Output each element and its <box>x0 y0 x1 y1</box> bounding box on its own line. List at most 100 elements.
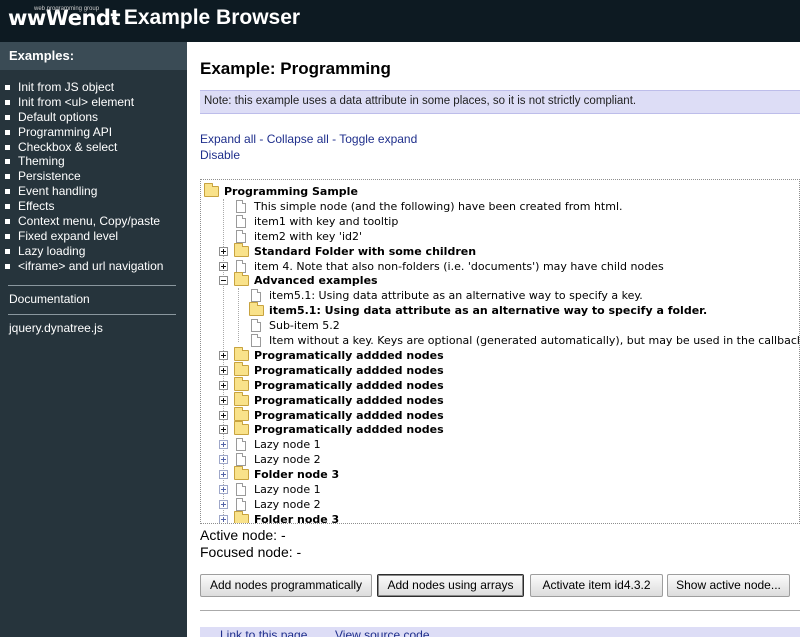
collapse-all-link[interactable]: Collapse all <box>267 132 329 146</box>
tree-node-title[interactable]: Programatically addded nodes <box>254 378 444 393</box>
bullet-icon <box>5 189 10 195</box>
tree-node-title[interactable]: Item without a key. Keys are optional (g… <box>269 333 799 348</box>
add-nodes-programmatically-button[interactable]: Add nodes programmatically <box>200 574 372 597</box>
sidebar-item-label: Context menu, Copy/paste <box>18 214 161 229</box>
bullet-icon <box>5 85 10 90</box>
document-icon <box>236 229 246 243</box>
bullet-icon <box>5 263 10 269</box>
sidebar-item-checkbox-select[interactable]: Checkbox & select <box>0 140 163 155</box>
sidebar-heading: Examples: <box>0 42 187 70</box>
active-node-status: Active node: - <box>200 527 286 543</box>
tree-node-title[interactable]: Programatically addded nodes <box>254 348 444 363</box>
toggle-expand-link[interactable]: Toggle expand <box>339 132 417 146</box>
tree-node-title[interactable]: Standard Folder with some children <box>254 244 476 259</box>
bullet-icon <box>5 159 10 165</box>
sidebar-item-init-ul-element[interactable]: Init from <ul> element <box>0 95 163 110</box>
collapse-icon[interactable] <box>219 276 228 286</box>
tree-node-title[interactable]: item5.1: Using data attribute as an alte… <box>269 303 707 318</box>
tree-node-title[interactable]: Sub-item 5.2 <box>269 318 340 333</box>
sidebar-item-theming[interactable]: Theming <box>0 154 163 169</box>
sidebar-item-lazy-loading[interactable]: Lazy loading <box>0 244 163 259</box>
sidebar-item-fixed-expand-level[interactable]: Fixed expand level <box>0 229 163 244</box>
document-icon <box>236 199 246 213</box>
expand-all-link[interactable]: Expand all <box>200 132 256 146</box>
tree-node-title[interactable]: Lazy node 1 <box>254 482 321 497</box>
folder-icon <box>234 346 249 361</box>
tree-node-title[interactable]: Lazy node 2 <box>254 452 321 467</box>
documentation-link[interactable]: Documentation <box>9 292 90 306</box>
disable-link[interactable]: Disable <box>200 148 240 162</box>
sidebar-item-default-options[interactable]: Default options <box>0 110 163 125</box>
document-icon <box>236 259 246 273</box>
expand-icon[interactable] <box>219 246 228 256</box>
expand-icon[interactable] <box>219 425 228 435</box>
expand-icon[interactable] <box>219 485 228 494</box>
sidebar: Examples: Init from JS object Init from … <box>0 42 187 637</box>
expand-icon[interactable] <box>219 380 228 390</box>
tree-node-title[interactable]: item2 with key 'id2' <box>254 229 362 244</box>
activate-item-button[interactable]: Activate item id4.3.2 <box>530 574 663 597</box>
logo[interactable]: wwWendt web programming group <box>8 5 120 35</box>
bullet-icon <box>5 248 10 254</box>
expand-icon[interactable] <box>219 440 228 450</box>
sidebar-item-event-handling[interactable]: Event handling <box>0 184 163 199</box>
bullet-icon <box>5 99 10 105</box>
link-separator: - <box>328 132 340 146</box>
source-file-link[interactable]: jquery.dynatree.js <box>9 321 103 335</box>
sidebar-item-label: Theming <box>18 154 65 169</box>
sidebar-item-label: Event handling <box>18 184 98 199</box>
sidebar-item-init-js-object[interactable]: Init from JS object <box>0 80 163 95</box>
expand-icon[interactable] <box>219 261 228 271</box>
view-source-link[interactable]: View source code <box>335 628 430 637</box>
expand-icon[interactable] <box>219 514 228 523</box>
link-to-page-link[interactable]: Link to this page <box>220 628 307 637</box>
folder-icon <box>249 302 264 317</box>
expand-icon[interactable] <box>219 350 228 360</box>
expand-icon[interactable] <box>219 455 228 465</box>
sidebar-item-context-menu[interactable]: Context menu, Copy/paste <box>0 214 163 229</box>
document-icon <box>251 319 261 333</box>
document-icon <box>236 497 246 511</box>
sidebar-item-label: Programming API <box>18 124 113 139</box>
add-nodes-arrays-button[interactable]: Add nodes using arrays <box>377 574 524 597</box>
sidebar-example-list: Init from JS object Init from <ul> eleme… <box>0 80 163 274</box>
sidebar-item-programming-api[interactable]: Programming API <box>0 125 163 140</box>
footer-bar: Link to this page View source code <box>200 627 800 637</box>
sidebar-item-label: Persistence <box>18 169 81 184</box>
tree-node-title[interactable]: Folder node 3 <box>254 512 339 523</box>
tree-node-title[interactable]: Programming Sample <box>224 184 358 199</box>
document-icon <box>236 483 246 496</box>
sidebar-item-persistence[interactable]: Persistence <box>0 169 163 184</box>
expand-icon[interactable] <box>219 365 228 375</box>
tree-node-title[interactable]: Programatically addded nodes <box>254 393 444 408</box>
sidebar-item-effects[interactable]: Effects <box>0 199 163 214</box>
sidebar-item-label: Checkbox & select <box>18 139 118 154</box>
expand-icon[interactable] <box>219 410 228 420</box>
tree-node-title[interactable]: item5.1: Using data attribute as an alte… <box>269 288 643 303</box>
compliance-note: Note: this example uses a data attribute… <box>200 90 800 114</box>
tree-node-title[interactable]: Programatically addded nodes <box>254 422 444 437</box>
tree-node-title[interactable]: Lazy node 2 <box>254 497 321 512</box>
tree-node-title[interactable]: item1 with key and tooltip <box>254 214 398 229</box>
folder-icon <box>234 510 249 523</box>
sidebar-item-label: Lazy loading <box>18 243 86 258</box>
sidebar-divider <box>8 285 176 286</box>
tree-node-title[interactable]: Programatically addded nodes <box>254 408 444 423</box>
tree-node-title[interactable]: Programatically addded nodes <box>254 363 444 378</box>
dynatree-container[interactable]: Programming Sample This simple node (and … <box>200 179 800 524</box>
tree-node-title[interactable]: Folder node 3 <box>254 467 339 482</box>
tree-node-title[interactable]: This simple node (and the following) hav… <box>254 199 623 214</box>
expand-icon[interactable] <box>219 499 228 509</box>
expand-icon[interactable] <box>219 395 228 405</box>
show-active-node-button[interactable]: Show active node... <box>667 574 790 597</box>
tree-node-title[interactable]: Advanced examples <box>254 273 378 288</box>
tree-node-title[interactable]: Lazy node 1 <box>254 437 321 452</box>
expand-icon[interactable] <box>219 470 228 480</box>
folder-icon <box>234 376 249 391</box>
page-title: Example: Programming <box>200 59 391 78</box>
document-icon <box>251 334 261 347</box>
sidebar-item-iframe-navigation[interactable]: <iframe> and url navigation <box>0 259 163 274</box>
bullet-icon <box>5 174 10 180</box>
tree-node-title[interactable]: item 4. Note that also non-folders (i.e.… <box>254 259 664 274</box>
app-title: - Example Browser <box>111 6 301 29</box>
